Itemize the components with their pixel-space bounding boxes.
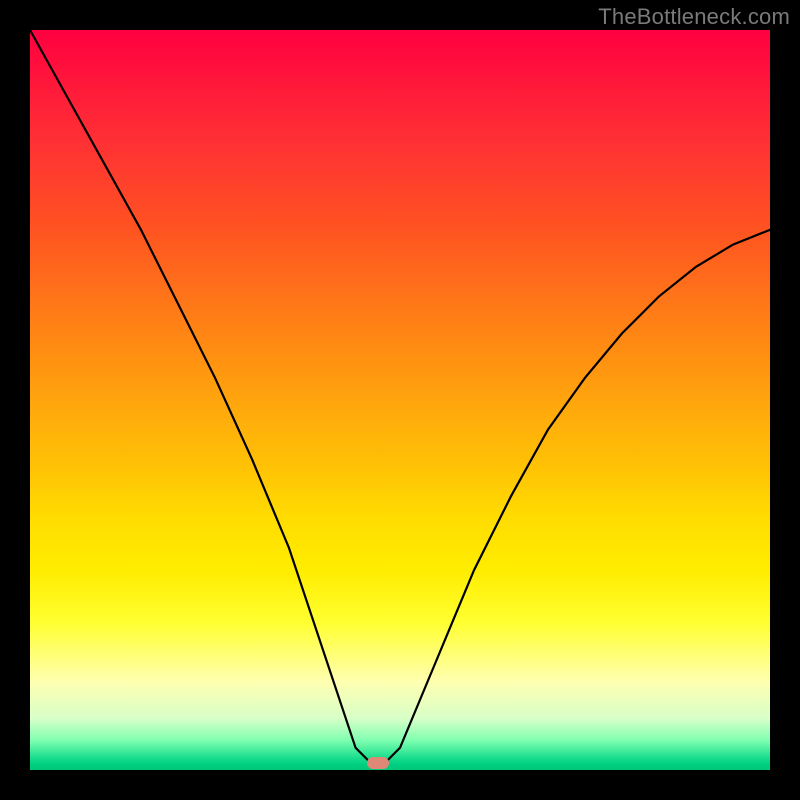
plot-area [30, 30, 770, 770]
bottleneck-curve [30, 30, 770, 770]
chart-frame: TheBottleneck.com [0, 0, 800, 800]
optimal-point-marker [367, 757, 389, 769]
watermark-text: TheBottleneck.com [598, 4, 790, 30]
curve-line [30, 30, 770, 763]
